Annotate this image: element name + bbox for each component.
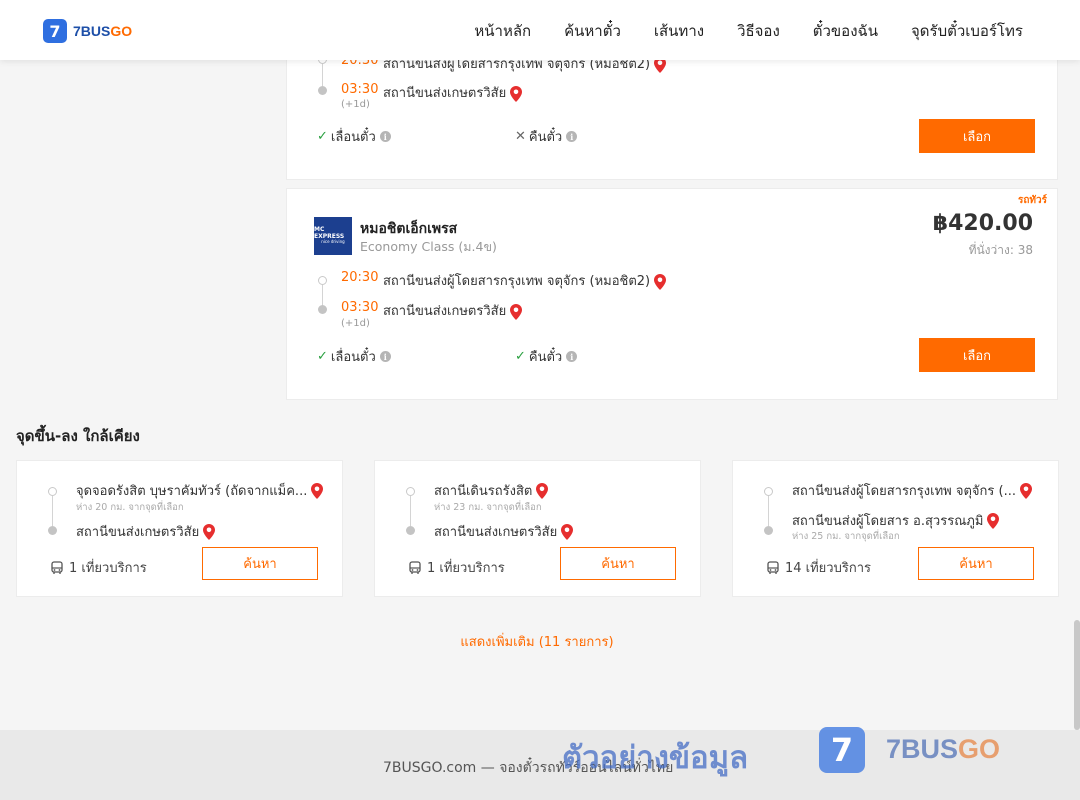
- nearby-search-button[interactable]: ค้นหา: [202, 547, 318, 580]
- info-icon[interactable]: i: [379, 131, 391, 142]
- timeline-line: [410, 496, 411, 526]
- seats-available: ที่นั่งว่าง: 38: [968, 243, 1033, 257]
- map-pin-icon[interactable]: [203, 523, 216, 540]
- nearby-card: จุดจอดรังสิต บุษราคัมทัวร์ (ถัดจากแม็ค..…: [16, 460, 343, 597]
- trip-card: รถทัวร์ MC EXPRESS nice driving หมอชิตเอ…: [286, 188, 1058, 400]
- refund-ticket-policy: ✕ คืนตั๋ว i: [515, 126, 578, 147]
- map-pin-icon[interactable]: [561, 523, 574, 540]
- timeline-line: [322, 285, 323, 307]
- arrive-station: สถานีขนส่งเกษตรวิสัย: [383, 300, 523, 321]
- main-nav: หน้าหลัก ค้นหาตั๋ว เส้นทาง วิธีจอง ตั๋วข…: [441, 19, 1023, 43]
- timeline-depart-dot: [406, 487, 415, 496]
- map-pin-icon[interactable]: [654, 273, 667, 290]
- nearby-from-station: สถานีเดินรถรังสิต: [434, 480, 549, 501]
- plus-day-badge: (+1d): [341, 99, 370, 110]
- bus-icon: [767, 560, 779, 574]
- operator-logo: MC EXPRESS nice driving: [314, 217, 352, 255]
- nav-how-to-book[interactable]: วิธีจอง: [737, 19, 780, 43]
- nearby-from-station: จุดจอดรังสิต บุษราคัมทัวร์ (ถัดจากแม็ค..…: [76, 480, 324, 501]
- show-more-link[interactable]: แสดงเพิ่มเติม (11 รายการ): [0, 631, 1074, 652]
- plus-day-badge: (+1d): [341, 318, 370, 329]
- select-trip-button[interactable]: เลือก: [919, 119, 1035, 153]
- nearby-card: สถานีเดินรถรังสิต ห่าง 23 กม. จากจุดที่เ…: [374, 460, 701, 597]
- watermark-text: ตัวอย่างข้อมูล: [562, 740, 749, 776]
- info-icon[interactable]: i: [379, 351, 391, 362]
- change-ticket-policy: ✓ เลื่อนตั๋ว i: [317, 126, 391, 147]
- timeline-arrive-dot: [48, 526, 57, 535]
- logo-badge-icon: 7: [43, 19, 67, 43]
- bus-type-tag: รถทัวร์: [1017, 195, 1047, 206]
- info-icon[interactable]: i: [566, 131, 578, 142]
- nav-ticket-pickup[interactable]: จุดรับตั๋วเบอร์โทร: [911, 19, 1023, 43]
- watermark-brand: 7BUSGO: [886, 734, 1001, 764]
- arrive-time: 03:30: [341, 300, 379, 315]
- nearby-trip-count: 14 เที่ยวบริการ: [766, 557, 871, 578]
- nearby-to-station: สถานีขนส่งเกษตรวิสัย: [76, 521, 216, 542]
- select-trip-button[interactable]: เลือก: [919, 338, 1035, 372]
- nearby-to-station: สถานีขนส่งเกษตรวิสัย: [434, 521, 574, 542]
- arrive-station: สถานีขนส่งเกษตรวิสัย: [383, 82, 523, 103]
- bus-icon: [51, 560, 63, 574]
- nearby-to-station: สถานีขนส่งผู้โดยสาร อ.สุวรรณภูมิ: [792, 510, 1000, 531]
- cross-icon: ✕: [515, 129, 526, 144]
- timeline-arrive-dot: [406, 526, 415, 535]
- arrive-time: 03:30: [341, 82, 379, 97]
- info-icon[interactable]: i: [566, 351, 578, 362]
- timeline-depart-dot: [48, 487, 57, 496]
- nav-home[interactable]: หน้าหลัก: [474, 19, 531, 43]
- seat-class: Economy Class (ม.4ข): [360, 239, 497, 254]
- map-pin-icon[interactable]: [987, 512, 1000, 529]
- refund-ticket-policy: ✓ คืนตั๋ว i: [515, 346, 578, 367]
- nav-routes[interactable]: เส้นทาง: [654, 19, 704, 43]
- map-pin-icon[interactable]: [311, 482, 324, 499]
- nearby-search-button[interactable]: ค้นหา: [918, 547, 1034, 580]
- trip-card: 20:30 สถานีขนส่งผู้โดยสารกรุงเทพ จตุจักร…: [286, 40, 1058, 180]
- nearby-search-button[interactable]: ค้นหา: [560, 547, 676, 580]
- nearby-distance: ห่าง 20 กม. จากจุดที่เลือก: [76, 502, 184, 513]
- check-icon: ✓: [515, 349, 526, 364]
- timeline-arrive-dot: [318, 305, 327, 314]
- nav-my-tickets[interactable]: ตั๋วของฉัน: [813, 19, 878, 43]
- timeline-line: [52, 496, 53, 526]
- map-pin-icon[interactable]: [536, 482, 549, 499]
- nearby-distance: ห่าง 23 กม. จากจุดที่เลือก: [434, 502, 542, 513]
- nearby-section-title: จุดขึ้น-ลง ใกล้เคียง: [16, 427, 140, 445]
- nearby-card: สถานีขนส่งผู้โดยสารกรุงเทพ จตุจักร (... …: [732, 460, 1059, 597]
- timeline-line: [768, 496, 769, 526]
- nearby-from-station: สถานีขนส่งผู้โดยสารกรุงเทพ จตุจักร (...: [792, 480, 1032, 501]
- timeline-depart-dot: [318, 276, 327, 285]
- bus-icon: [409, 560, 421, 574]
- check-icon: ✓: [317, 129, 328, 144]
- map-pin-icon[interactable]: [510, 303, 523, 320]
- timeline-arrive-dot: [318, 86, 327, 95]
- nearby-trip-count: 1 เที่ยวบริการ: [50, 557, 147, 578]
- page-scrollbar[interactable]: [1074, 620, 1080, 730]
- depart-station: สถานีขนส่งผู้โดยสารกรุงเทพ จตุจักร (หมอช…: [383, 270, 667, 291]
- logo-text: 7BUSGO: [73, 23, 133, 39]
- watermark-logo-icon: 7: [819, 727, 865, 773]
- site-header: 7 7BUSGO หน้าหลัก ค้นหาตั๋ว เส้นทาง วิธี…: [0, 0, 1080, 60]
- depart-time: 20:30: [341, 270, 379, 285]
- check-icon: ✓: [317, 349, 328, 364]
- change-ticket-policy: ✓ เลื่อนตั๋ว i: [317, 346, 391, 367]
- site-logo[interactable]: 7 7BUSGO: [43, 19, 132, 43]
- map-pin-icon[interactable]: [510, 85, 523, 102]
- nearby-trip-count: 1 เที่ยวบริการ: [408, 557, 505, 578]
- nearby-distance: ห่าง 25 กม. จากจุดที่เลือก: [792, 531, 900, 542]
- timeline-arrive-dot: [764, 526, 773, 535]
- trip-price: ฿420.00: [932, 211, 1033, 236]
- map-pin-icon[interactable]: [1019, 482, 1032, 499]
- timeline-depart-dot: [764, 487, 773, 496]
- nav-search-tickets[interactable]: ค้นหาตั๋ว: [564, 19, 621, 43]
- timeline-line: [322, 64, 323, 86]
